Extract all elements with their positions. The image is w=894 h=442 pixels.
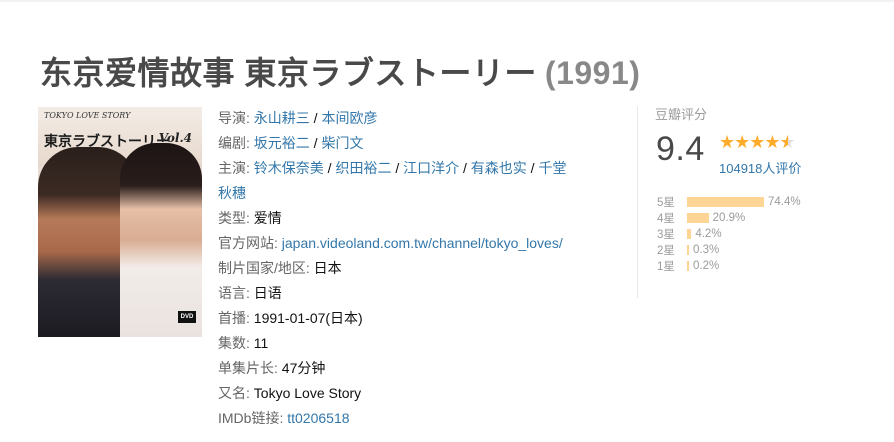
rating-bar-percent: 74.4%	[768, 196, 801, 208]
cast-link[interactable]: 千堂	[538, 160, 566, 176]
director-row: 导演: 永山耕三 / 本间欧彦	[218, 106, 618, 131]
rating-bar-label: 2星	[657, 245, 675, 257]
half-star-icon: ★ ★	[779, 132, 796, 152]
premiere-row: 首播: 1991-01-07(日本)	[218, 306, 618, 331]
cast-link[interactable]: 有森也实	[471, 160, 527, 176]
aka-label: 又名:	[218, 385, 254, 401]
episodes-row: 集数: 11	[218, 331, 618, 356]
rating-bar-percent: 4.2%	[695, 228, 722, 240]
cast-link[interactable]: 秋穗	[218, 185, 246, 201]
imdb-label: IMDb链接:	[218, 410, 288, 426]
rating-bar-label: 5星	[657, 197, 675, 209]
writer-label: 编剧:	[218, 135, 254, 151]
rating-bar-row: 5星 74.4%	[657, 194, 801, 210]
director-link[interactable]: 本间欧彦	[321, 110, 377, 126]
rating-bar-fill	[687, 229, 692, 239]
imdb-row: IMDb链接: tt0206518	[218, 406, 618, 431]
country-value: 日本	[313, 260, 342, 276]
rating-bar-row: 2星 0.3%	[657, 242, 801, 258]
aka-value: Tokyo Love Story	[253, 385, 362, 401]
page-title: 东京爱情故事 東京ラブストーリー (1991)	[40, 48, 640, 94]
full-stars-icon: ★★★★	[719, 132, 781, 152]
rating-score: 9.4	[656, 130, 705, 168]
director-label: 导演:	[218, 110, 254, 126]
rating-bar-row: 3星 4.2%	[657, 226, 801, 242]
episodes-value: 11	[253, 335, 269, 351]
premiere-label: 首播:	[218, 310, 254, 326]
cast-link[interactable]: 江口洋介	[403, 160, 459, 176]
cast-link[interactable]: 铃木保奈美	[254, 160, 324, 176]
language-label: 语言:	[218, 285, 254, 301]
poster-dvd-logo: DVD	[178, 311, 196, 323]
poster-image[interactable]: TOKYO LOVE STORY 東京ラブストーリー Vol.4 DVD	[38, 107, 202, 337]
info-panel: 导演: 永山耕三 / 本间欧彦 编剧: 坂元裕二 / 柴门文 主演: 铃木保奈美…	[218, 106, 618, 431]
country-label: 制片国家/地区:	[218, 260, 314, 276]
rating-bar-label: 4星	[657, 213, 675, 225]
rating-count-link[interactable]: 104918人评价	[719, 158, 801, 177]
cast-label: 主演:	[218, 160, 254, 176]
poster-brand-logo: TOKYO LOVE STORY	[44, 111, 131, 120]
writer-row: 编剧: 坂元裕二 / 柴门文	[218, 131, 618, 156]
separator: /	[309, 135, 322, 151]
cast-link[interactable]: 织田裕二	[335, 160, 391, 176]
episodes-label: 集数:	[218, 335, 254, 351]
cast-row-continued: 秋穗	[218, 181, 618, 206]
language-value: 日语	[253, 285, 282, 301]
website-link[interactable]: japan.videoland.com.tw/channel/tokyo_lov…	[282, 235, 563, 251]
rating-bar-percent: 0.3%	[693, 244, 720, 256]
writer-link[interactable]: 坂元裕二	[254, 135, 310, 151]
rating-breakdown: 5星 74.4% 4星 20.9% 3星 4.2% 2星 0.3% 1星 0.2%	[657, 194, 801, 274]
runtime-value: 47分钟	[281, 360, 326, 376]
rating-label: 豆瓣评分	[655, 107, 708, 122]
runtime-row: 单集片长: 47分钟	[218, 356, 618, 381]
website-row: 官方网站: japan.videoland.com.tw/channel/tok…	[218, 231, 618, 256]
genre-value: 爱情	[253, 210, 282, 226]
aka-row: 又名: Tokyo Love Story	[218, 381, 618, 406]
website-label: 官方网站:	[218, 235, 282, 251]
writer-link[interactable]: 柴门文	[321, 135, 363, 151]
separator: /	[323, 160, 336, 176]
rating-bar-fill	[687, 197, 764, 207]
premiere-value: 1991-01-07(日本)	[253, 310, 363, 326]
title-year: (1991)	[544, 55, 641, 91]
rating-bar-fill	[687, 261, 689, 271]
separator: /	[526, 160, 539, 176]
rating-bar-fill	[687, 213, 709, 223]
star-rating-icon: ★★★★★ ★	[719, 132, 796, 153]
runtime-label: 单集片长:	[218, 360, 282, 376]
genre-label: 类型:	[218, 210, 254, 226]
rating-bar-label: 3星	[657, 229, 675, 241]
rating-bar-percent: 0.2%	[693, 260, 720, 272]
rating-bar-label: 1星	[657, 261, 675, 273]
separator: /	[459, 160, 471, 176]
language-row: 语言: 日语	[218, 281, 618, 306]
rating-panel: 豆瓣评分 9.4 ★★★★★ ★ 104918人评价 5星 74.4% 4星 20.9%…	[655, 104, 855, 273]
rating-bar-fill	[687, 245, 689, 255]
cast-row: 主演: 铃木保奈美 / 织田裕二 / 江口洋介 / 有森也实 / 千堂	[218, 156, 618, 181]
poster-figure-woman	[120, 143, 202, 337]
director-link[interactable]: 永山耕三	[254, 110, 310, 126]
rating-bar-row: 4星 20.9%	[657, 210, 801, 226]
movie-page: 东京爱情故事 東京ラブストーリー (1991) TOKYO LOVE STORY …	[0, 0, 894, 442]
country-row: 制片国家/地区: 日本	[218, 256, 618, 281]
half-star-fill-icon: ★	[779, 132, 788, 152]
genre-row: 类型: 爱情	[218, 206, 618, 231]
rating-bar-row: 1星 0.2%	[657, 258, 801, 274]
imdb-link[interactable]: tt0206518	[287, 410, 349, 426]
rating-bar-percent: 20.9%	[712, 212, 746, 224]
separator: /	[391, 160, 404, 176]
title-main: 东京爱情故事 東京ラブストーリー	[40, 55, 537, 91]
separator: /	[309, 110, 322, 126]
rating-divider	[637, 106, 638, 298]
